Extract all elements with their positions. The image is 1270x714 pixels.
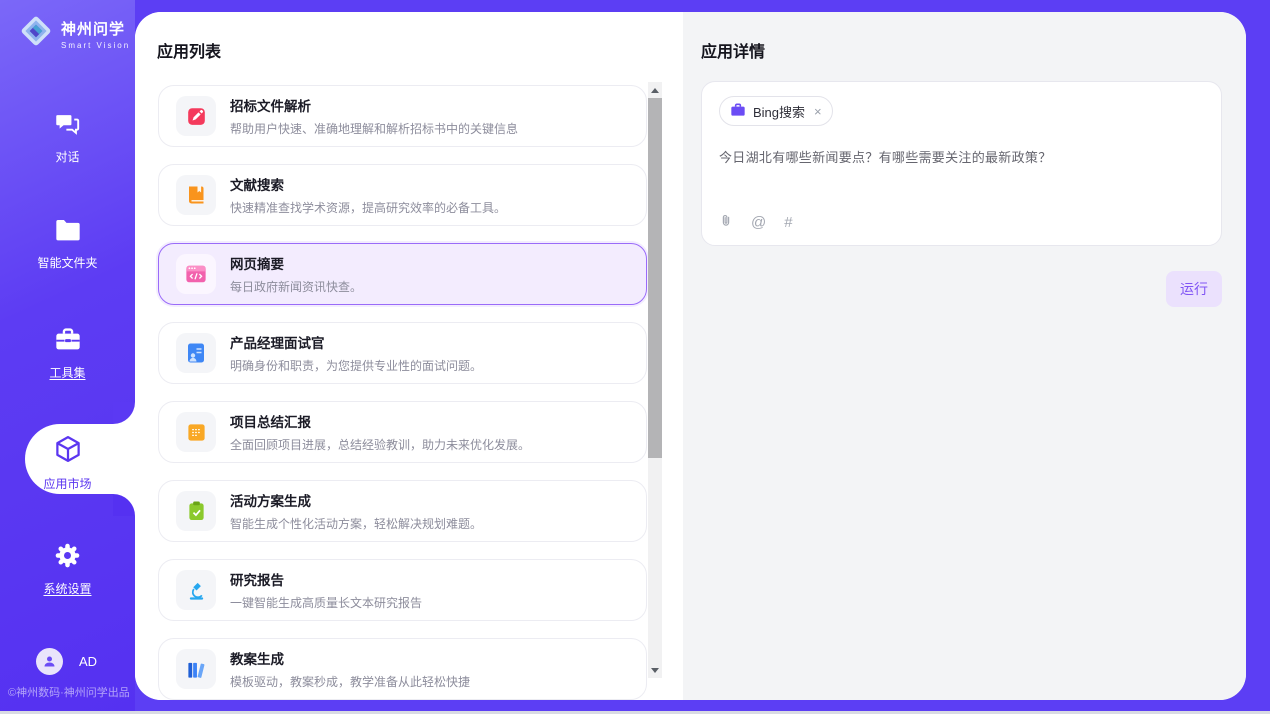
app-card-desc: 帮助用户快速、准确地理解和解析招标书中的关键信息 <box>230 120 518 137</box>
app-card-desc: 模板驱动，教案秒成，教学准备从此轻松快捷 <box>230 673 470 690</box>
sidebar: 神州问学 Smart Vision 对话 智能文件夹 工具集 应用市场 系统设 <box>0 0 135 711</box>
user-account[interactable]: AD <box>36 648 97 675</box>
input-toolbar: @ # <box>719 212 793 232</box>
sidebar-item-toolset[interactable]: 工具集 <box>0 326 135 388</box>
attachment-icon[interactable] <box>719 212 733 232</box>
hash-icon[interactable]: # <box>784 215 792 230</box>
app-detail-title: 应用详情 <box>701 38 765 62</box>
app-card-desc: 一键智能生成高质量长文本研究报告 <box>230 594 422 611</box>
scroll-up-icon <box>651 88 659 93</box>
active-tab-curve-bottom <box>113 494 135 516</box>
sidebar-item-smart-folder[interactable]: 智能文件夹 <box>0 218 135 280</box>
diamond-logo-icon <box>18 13 54 54</box>
brand-name: 神州问学 <box>61 18 130 39</box>
prompt-card[interactable]: Bing搜索 × 今日湖北有哪些新闻要点？有哪些需要关注的最新政策？ @ # <box>701 81 1222 246</box>
app-card-title: 研究报告 <box>230 569 422 589</box>
sidebar-item-label: 系统设置 <box>43 580 91 597</box>
scroll-down-button[interactable] <box>648 662 662 678</box>
sidebar-item-label: 对话 <box>55 148 79 165</box>
avatar <box>36 648 63 675</box>
tool-chip-label: Bing搜索 <box>753 102 805 121</box>
app-card-title: 文献搜索 <box>230 174 506 194</box>
app-card-lesson-plan[interactable]: 教案生成 模板驱动，教案秒成，教学准备从此轻松快捷 <box>158 638 647 700</box>
app-card-web-summary[interactable]: 网页摘要 每日政府新闻资讯快查。 <box>158 243 647 305</box>
sidebar-item-settings[interactable]: 系统设置 <box>0 542 135 604</box>
sidebar-item-label: 应用市场 <box>43 475 91 492</box>
scrollbar-thumb[interactable] <box>648 98 662 458</box>
app-detail-panel: 应用详情 Bing搜索 × 今日湖北有哪些新闻要点？有哪些需要关注的最新政策？ … <box>683 12 1246 700</box>
clipboard-check-icon <box>176 491 216 531</box>
books-icon <box>176 649 216 689</box>
app-card-bid-doc-parse[interactable]: 招标文件解析 帮助用户快速、准确地理解和解析招标书中的关键信息 <box>158 85 647 147</box>
app-card-title: 教案生成 <box>230 648 470 668</box>
app-card-project-summary[interactable]: 项目总结汇报 全面回顾项目进展，总结经验教训，助力未来优化发展。 <box>158 401 647 463</box>
app-card-desc: 智能生成个性化活动方案，轻松解决规划难题。 <box>230 515 482 532</box>
cube-icon <box>53 434 83 469</box>
app-card-desc: 明确身份和职责，为您提供专业性的面试问题。 <box>230 357 482 374</box>
app-card-desc: 快速精准查找学术资源，提高研究效率的必备工具。 <box>230 199 506 216</box>
note-icon <box>176 412 216 452</box>
app-logo: 神州问学 Smart Vision <box>18 13 130 54</box>
active-tab-curve-top <box>113 402 135 424</box>
scroll-up-button[interactable] <box>648 82 662 98</box>
interview-icon <box>176 333 216 373</box>
microscope-icon <box>176 570 216 610</box>
app-card-title: 招标文件解析 <box>230 95 518 115</box>
app-card-list: 招标文件解析 帮助用户快速、准确地理解和解析招标书中的关键信息 文献搜索 快速精… <box>158 85 647 700</box>
edit-doc-icon <box>176 96 216 136</box>
copyright-text: ©神州数码·神州问学出品 <box>8 684 130 700</box>
mention-icon[interactable]: @ <box>751 215 766 230</box>
app-list-title: 应用列表 <box>157 38 221 62</box>
app-card-title: 活动方案生成 <box>230 490 482 510</box>
close-icon[interactable]: × <box>814 105 822 118</box>
sidebar-item-label: 工具集 <box>49 364 85 381</box>
tool-chip-bing-search[interactable]: Bing搜索 × <box>719 96 833 126</box>
app-card-desc: 全面回顾项目进展，总结经验教训，助力未来优化发展。 <box>230 436 530 453</box>
toolbox-icon <box>54 326 82 358</box>
app-card-title: 网页摘要 <box>230 253 362 273</box>
gear-icon <box>54 542 81 574</box>
book-icon <box>176 175 216 215</box>
sidebar-item-chat[interactable]: 对话 <box>0 110 135 172</box>
scroll-down-icon <box>651 668 659 673</box>
app-card-event-plan[interactable]: 活动方案生成 智能生成个性化活动方案，轻松解决规划难题。 <box>158 480 647 542</box>
chat-icon <box>54 110 81 142</box>
sidebar-item-app-market[interactable]: 应用市场 <box>0 434 135 496</box>
user-initials: AD <box>79 654 97 669</box>
app-card-literature-search[interactable]: 文献搜索 快速精准查找学术资源，提高研究效率的必备工具。 <box>158 164 647 226</box>
brand-subtitle: Smart Vision <box>61 41 130 50</box>
app-card-pm-interviewer[interactable]: 产品经理面试官 明确身份和职责，为您提供专业性的面试问题。 <box>158 322 647 384</box>
briefcase-icon <box>730 103 746 120</box>
browser-code-icon <box>176 254 216 294</box>
app-card-title: 产品经理面试官 <box>230 332 482 352</box>
main-container: 应用列表 招标文件解析 帮助用户快速、准确地理解和解析招标书中的关键信息 文献搜… <box>135 12 1246 700</box>
query-text[interactable]: 今日湖北有哪些新闻要点？有哪些需要关注的最新政策？ <box>719 147 1204 166</box>
run-button[interactable]: 运行 <box>1166 271 1222 307</box>
app-card-research-report[interactable]: 研究报告 一键智能生成高质量长文本研究报告 <box>158 559 647 621</box>
folder-icon <box>54 218 82 248</box>
sidebar-item-label: 智能文件夹 <box>37 254 97 271</box>
app-list-scrollbar[interactable] <box>648 82 662 678</box>
app-list-panel: 应用列表 招标文件解析 帮助用户快速、准确地理解和解析招标书中的关键信息 文献搜… <box>135 12 683 700</box>
app-card-desc: 每日政府新闻资讯快查。 <box>230 278 362 295</box>
app-card-title: 项目总结汇报 <box>230 411 530 431</box>
